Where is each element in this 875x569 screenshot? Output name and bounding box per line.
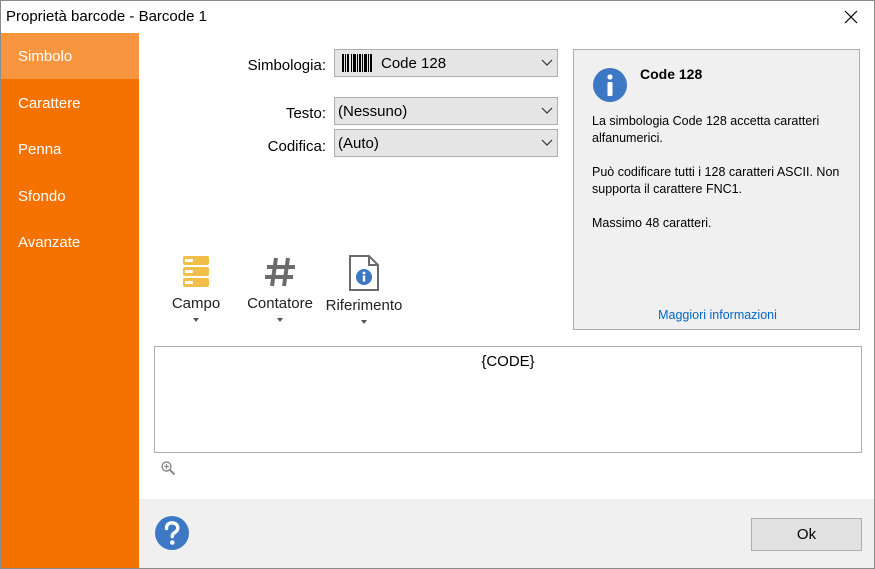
info-description: La simbologia Code 128 accetta caratteri… <box>592 114 820 145</box>
more-info-link[interactable]: Maggiori informazioni <box>574 308 861 322</box>
text-label: Testo: <box>285 105 326 122</box>
info-ascii-note: Può codificare tutti i 128 caratteri ASC… <box>592 165 840 196</box>
sidebar-item-carattere[interactable]: Carattere <box>1 80 139 126</box>
symbology-select[interactable]: Code 128 <box>334 49 558 77</box>
encoding-select[interactable]: (Auto) <box>334 129 558 157</box>
symbology-value: Code 128 <box>381 54 447 72</box>
counter-insert-button[interactable]: Contatore <box>243 255 317 347</box>
window-title: Proprietà barcode - Barcode 1 <box>6 8 207 25</box>
field-insert-button[interactable]: Campo <box>165 255 227 347</box>
sidebar-item-label: Sfondo <box>18 187 66 205</box>
sidebar-item-label: Avanzate <box>18 233 81 251</box>
sidebar-item-simbolo[interactable]: Simbolo <box>1 33 139 79</box>
encoding-label: Codifica: <box>267 138 326 155</box>
hash-icon <box>265 257 295 287</box>
caret-down-icon <box>277 318 283 322</box>
title-bar: Proprietà barcode - Barcode 1 <box>1 1 874 33</box>
main-panel: Simbologia: Code 128 Testo: (Nessuno) Co… <box>139 33 874 499</box>
dialog-footer: Ok <box>139 499 874 568</box>
encoding-value: (Auto) <box>338 134 379 152</box>
document-info-icon <box>349 255 379 291</box>
sidebar-item-label: Penna <box>18 140 62 158</box>
caret-down-icon <box>361 320 367 324</box>
symbology-label: Simbologia: <box>247 57 326 74</box>
symbology-info-panel: Code 128 La simbologia Code 128 accetta … <box>573 49 860 330</box>
sidebar-item-penna[interactable]: Penna <box>1 126 139 172</box>
info-title: Code 128 <box>640 66 703 82</box>
close-button[interactable] <box>828 1 874 33</box>
info-max-chars: Massimo 48 caratteri. <box>592 216 712 230</box>
reference-insert-button[interactable]: Riferimento <box>323 255 405 347</box>
sidebar-item-label: Carattere <box>18 94 81 112</box>
text-value: (Nessuno) <box>338 102 408 120</box>
chevron-down-icon <box>541 107 553 114</box>
barcode-icon <box>342 54 372 72</box>
text-select[interactable]: (Nessuno) <box>334 97 558 125</box>
database-field-icon <box>183 256 209 287</box>
chevron-down-icon <box>541 59 553 66</box>
caret-down-icon <box>193 318 199 322</box>
counter-label: Contatore <box>247 295 313 312</box>
reference-label: Riferimento <box>325 297 403 314</box>
barcode-properties-dialog: Proprietà barcode - Barcode 1 Simbolo Ca… <box>0 0 875 569</box>
sidebar: Simbolo Carattere Penna Sfondo Avanzate <box>1 33 139 568</box>
editor-content: {CODE} <box>481 353 535 370</box>
help-icon[interactable] <box>154 515 190 551</box>
info-icon <box>593 68 627 102</box>
ok-button[interactable]: Ok <box>751 518 862 551</box>
zoom-in-icon[interactable] <box>160 460 176 476</box>
sidebar-item-sfondo[interactable]: Sfondo <box>1 173 139 219</box>
field-label: Campo <box>171 295 221 312</box>
close-icon <box>844 10 858 24</box>
barcode-content-editor[interactable]: {CODE} <box>154 346 862 453</box>
sidebar-item-avanzate[interactable]: Avanzate <box>1 219 139 265</box>
chevron-down-icon <box>541 139 553 146</box>
sidebar-item-label: Simbolo <box>18 47 73 65</box>
